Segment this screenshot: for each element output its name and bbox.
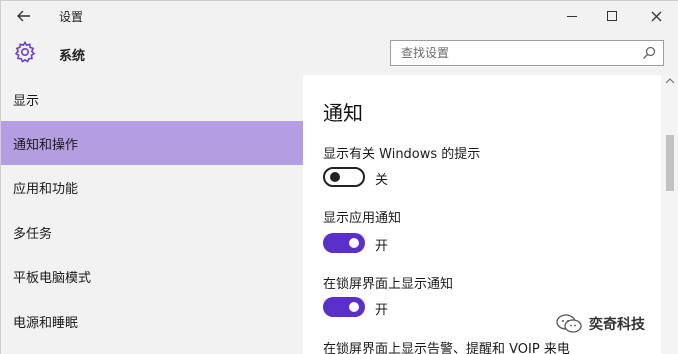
toggle-windows-tips[interactable] [323,167,365,187]
sidebar-item-display[interactable]: 显示 [1,77,303,121]
sidebar-item-label: 显示 [13,93,40,109]
search-icon[interactable] [642,46,656,60]
scrollbar[interactable] [661,75,678,354]
sidebar-item-tablet-mode[interactable]: 平板电脑模式 [1,254,303,298]
sidebar-item-label: 电源和睡眠 [13,315,79,331]
watermark: 奕奇科技 [555,313,645,335]
chevron-up-icon[interactable] [665,77,675,85]
toggle-lockscreen-notifications[interactable] [323,297,365,317]
sidebar-item-power-sleep[interactable]: 电源和睡眠 [1,299,303,343]
maximize-button[interactable] [597,5,627,27]
toggle-knob [349,238,359,248]
toggle-knob [349,302,359,312]
sidebar-item-notifications[interactable]: 通知和操作 [1,121,303,165]
back-button[interactable] [13,6,35,26]
toggle-state-label: 开 [375,303,389,318]
arrow-left-icon [17,10,30,22]
gear-icon [14,40,36,63]
sidebar-item-label: 通知和操作 [13,137,79,153]
scrollbar-thumb[interactable] [666,135,674,191]
sidebar-item-label: 应用和功能 [13,181,79,197]
minimize-button[interactable] [557,5,587,27]
setting-label-lockscreen-notifications: 在锁屏界面上显示通知 [323,277,454,292]
setting-label-app-notifications: 显示应用通知 [323,211,402,226]
close-button[interactable] [641,5,671,27]
setting-label-windows-tips: 显示有关 Windows 的提示 [323,147,481,162]
toggle-state-label: 开 [375,239,389,254]
toggle-app-notifications[interactable] [323,233,365,253]
maximize-icon [607,11,617,21]
sidebar-item-multitasking[interactable]: 多任务 [1,210,303,254]
search-input[interactable] [391,41,631,65]
toggle-knob [330,172,340,182]
window-title: 设置 [59,10,84,24]
sidebar: 显示 通知和操作 应用和功能 多任务 平板电脑模式 电源和睡眠 [1,75,303,354]
minimize-icon [567,15,577,17]
wechat-logo-icon [556,314,582,333]
sidebar-item-label: 平板电脑模式 [13,270,92,286]
watermark-text: 奕奇科技 [589,317,645,333]
setting-label-lockscreen-alarms: 在锁屏界面上显示告警、提醒和 VOIP 来电 [323,342,570,354]
section-header: 系统 [1,31,678,75]
title-bar: 设置 [1,1,678,31]
settings-window: 设置 系统 显 [0,0,678,354]
section-title: 系统 [59,49,86,64]
toggle-state-label: 关 [375,173,389,188]
sidebar-item-label: 多任务 [13,226,53,242]
search-box[interactable] [390,40,664,66]
sidebar-item-apps-features[interactable]: 应用和功能 [1,165,303,209]
page-title: 通知 [323,101,363,125]
close-icon [651,11,661,21]
